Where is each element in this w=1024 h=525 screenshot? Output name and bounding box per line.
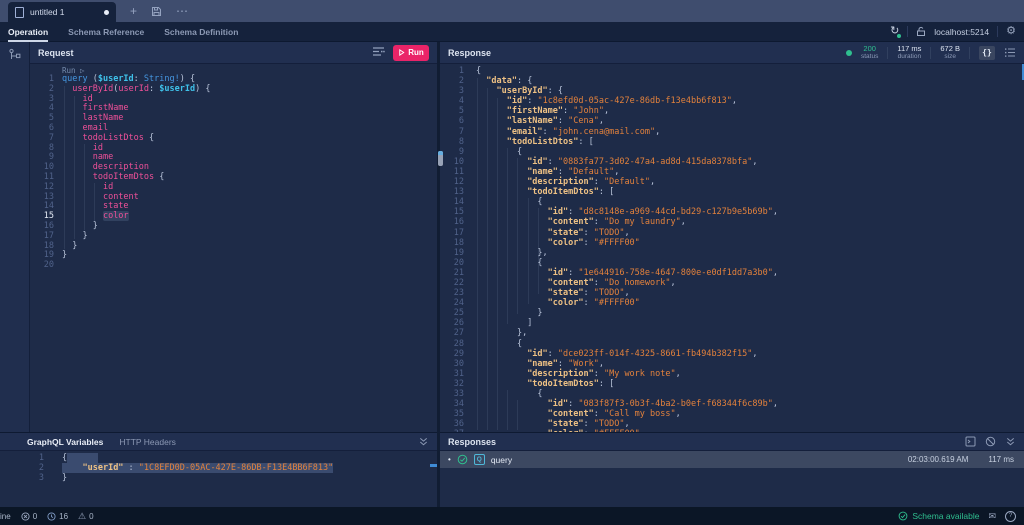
status-left-text: ine xyxy=(0,511,11,521)
pending-clock-icon xyxy=(47,511,56,521)
unsaved-dot-icon xyxy=(104,9,109,15)
new-tab-button[interactable]: + xyxy=(130,0,137,22)
variables-editor[interactable]: 1{ 2 "userId" : "1C8EFD0D-05AC-427E-86DB… xyxy=(0,451,437,505)
play-icon xyxy=(399,49,405,56)
warning-icon: ⚠ xyxy=(78,510,87,521)
collapse-chevrons-icon[interactable] xyxy=(1005,437,1016,447)
save-button[interactable] xyxy=(151,0,162,22)
response-editor[interactable]: 1{2 "data": {3 "userById": {4 "id": "1c8… xyxy=(440,64,1024,432)
operations-tree-icon[interactable] xyxy=(8,48,22,62)
responses-title: Responses xyxy=(448,436,497,447)
schema-check-icon xyxy=(898,511,908,521)
app-window: untitled 1 + ⋯ Operation Schema Referenc… xyxy=(0,0,1024,525)
tab-bar: untitled 1 + ⋯ xyxy=(0,0,1024,22)
tab-title: untitled 1 xyxy=(30,7,65,17)
run-label: Run xyxy=(408,48,424,57)
response-header: Response 200 status 117 ms duration 672 Bs… xyxy=(440,42,1024,64)
run-button[interactable]: Run xyxy=(393,44,429,61)
response-row-duration: 117 ms xyxy=(988,455,1014,464)
list-view-icon[interactable] xyxy=(1004,47,1016,58)
info-count[interactable]: 16 xyxy=(47,512,68,521)
tab-schema-definition[interactable]: Schema Definition xyxy=(164,27,238,37)
error-circle-icon xyxy=(21,511,30,521)
variables-header: GraphQL Variables HTTP Headers xyxy=(0,433,437,451)
scroll-indicator xyxy=(430,464,437,467)
prettify-icon xyxy=(373,46,385,56)
success-check-icon xyxy=(457,454,468,465)
response-stats: 200 status 117 ms duration 672 Bsize {} xyxy=(846,43,1016,61)
more-tabs-button[interactable]: ⋯ xyxy=(176,0,188,22)
selected-dot-icon: • xyxy=(448,455,451,464)
lock-open-icon xyxy=(917,26,926,36)
document-icon xyxy=(15,6,24,18)
endpoint-url[interactable]: localhost:5214 xyxy=(934,27,989,37)
connection-area: ↻ localhost:5214 ⚙ xyxy=(890,26,1016,38)
request-title: Request xyxy=(38,47,74,58)
operations-sidebar xyxy=(0,42,30,432)
tab-graphql-variables[interactable]: GraphQL Variables xyxy=(27,437,103,447)
json-view-button[interactable]: {} xyxy=(979,45,995,60)
request-panel: Request Run Run ▷ 1 query ($userId: Strin… xyxy=(30,42,437,432)
tab-schema-reference[interactable]: Schema Reference xyxy=(68,27,144,37)
help-icon[interactable]: ? xyxy=(1005,510,1016,522)
responses-panel: Responses • Q query 02:03:00.619 AM 117 … xyxy=(440,432,1024,507)
save-icon xyxy=(152,7,162,17)
panel-divider[interactable] xyxy=(437,42,440,507)
variables-panel: GraphQL Variables HTTP Headers 1{ 2 "use… xyxy=(0,432,437,507)
clear-icon[interactable] xyxy=(985,436,996,447)
query-badge-icon: Q xyxy=(473,454,485,465)
splitter-handle[interactable] xyxy=(438,151,443,166)
schema-status[interactable]: Schema available xyxy=(898,511,979,521)
response-panel: Response 200 status 117 ms duration 672 Bs… xyxy=(440,42,1024,432)
request-editor[interactable]: Run ▷ 1 query ($userId: String!) {2 userB… xyxy=(30,64,437,432)
collapse-chevrons-icon[interactable] xyxy=(418,437,429,447)
responses-header: Responses xyxy=(440,433,1024,451)
nav-bar: Operation Schema Reference Schema Defini… xyxy=(0,22,1024,42)
console-icon[interactable] xyxy=(965,436,976,447)
prettify-button[interactable] xyxy=(372,44,385,62)
warnings-count[interactable]: ⚠ 0 xyxy=(78,510,94,521)
status-stat: 200 status xyxy=(861,43,879,60)
document-tab[interactable]: untitled 1 xyxy=(8,2,116,22)
request-header: Request Run xyxy=(30,42,437,64)
status-bar: ine 0 16 ⚠ 0 Schema available ✉ ? xyxy=(0,507,1024,525)
settings-gear-icon[interactable]: ⚙ xyxy=(1006,26,1016,37)
response-row-label: query xyxy=(490,454,513,465)
size-stat: 672 Bsize xyxy=(940,43,960,60)
response-title: Response xyxy=(448,47,492,58)
errors-count[interactable]: 0 xyxy=(21,512,37,521)
tab-operation[interactable]: Operation xyxy=(8,27,49,42)
response-row-time: 02:03:00.619 AM xyxy=(907,455,969,464)
tab-http-headers[interactable]: HTTP Headers xyxy=(119,437,176,447)
response-history-row[interactable]: • Q query 02:03:00.619 AM 117 ms xyxy=(440,451,1024,468)
feedback-icon[interactable]: ✉ xyxy=(988,511,996,521)
duration-stat: 117 ms duration xyxy=(897,43,922,60)
refresh-schema-icon[interactable]: ↻ xyxy=(890,26,902,38)
success-dot-icon xyxy=(846,49,852,56)
